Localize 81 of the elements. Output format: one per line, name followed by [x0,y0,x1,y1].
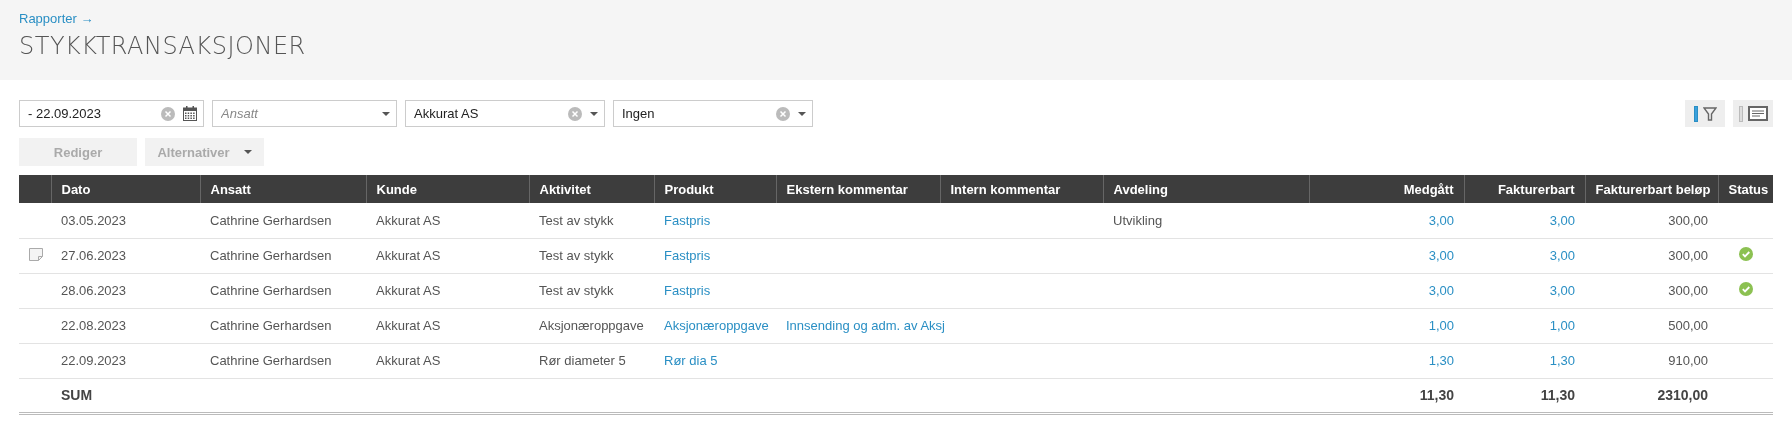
caret-icon [798,111,806,116]
filter-toggle[interactable] [1685,100,1725,127]
table-cell: 300,00 [1668,248,1708,263]
select-field[interactable]: Ansatt [212,100,397,127]
table-link[interactable]: 3,00 [1549,212,1575,228]
table-link[interactable]: 1,00 [1549,318,1575,333]
clear-icon[interactable] [568,106,582,121]
table-cell: Akkurat AS [376,318,441,333]
table-link[interactable]: 3,00 [1428,283,1454,298]
column-header: Intern kommentar [940,175,1103,203]
sum-value: 2310,00 [1657,387,1708,403]
table-cell: Cathrine Gerhardsen [210,318,332,333]
select-field[interactable]: Akkurat AS [405,100,605,127]
date-field[interactable]: - 22.09.2023 [19,100,204,127]
details-toggle[interactable] [1733,100,1773,127]
column-header: Dato [51,175,200,203]
column-header: Kunde [366,175,529,203]
caret-icon [382,111,390,116]
filter-icon [1702,106,1717,121]
check-icon [1738,247,1753,261]
toggle-marker-icon [1738,105,1743,122]
breadcrumb-link[interactable]: Rapporter → [19,11,94,26]
table-cell: Cathrine Gerhardsen [210,353,332,368]
calendar-icon[interactable] [183,106,197,121]
table-cell: Akkurat AS [376,353,441,368]
column-header: Aktivitet [529,175,654,203]
table-link[interactable]: 3,00 [1428,248,1454,263]
select-field[interactable]: Ingen [613,100,813,127]
table-cell: Cathrine Gerhardsen [210,283,332,298]
column-header: Avdeling [1103,175,1309,203]
caret-icon [590,111,598,116]
table-cell: Cathrine Gerhardsen [210,212,332,228]
page-title: STYKKTRANSAKSJONER [19,32,306,60]
column-header: Ekstern kommentar [776,175,940,203]
table-link[interactable]: Aksjonæroppgave [664,318,769,333]
table-cell: 910,00 [1668,353,1708,368]
clear-icon[interactable] [776,106,790,121]
table-cell: 500,00 [1668,318,1708,333]
table-cell: 300,00 [1668,212,1708,228]
table-cell: Rør diameter 5 [539,353,626,368]
column-header: Ansatt [200,175,366,203]
table-cell: Akkurat AS [376,248,441,263]
table-cell: Akkurat AS [376,212,441,228]
list-view-icon [1747,106,1768,121]
table-link[interactable]: Fastpris [664,283,711,298]
toggle-marker-icon [1693,105,1698,122]
table-cell: Test av stykk [539,283,614,298]
column-header: Fakturerbart beløp [1585,175,1718,203]
table-link[interactable]: 3,00 [1428,212,1454,228]
table-link[interactable]: 3,00 [1549,248,1575,263]
table-link[interactable]: 1,00 [1428,318,1454,333]
table-link[interactable]: 1,30 [1428,353,1454,368]
table-link[interactable]: Rør dia 5 [664,353,718,368]
table-link[interactable]: 1,30 [1549,353,1575,368]
table-cell: 300,00 [1668,283,1708,298]
table-cell: Akkurat AS [376,283,441,298]
table-cell: Cathrine Gerhardsen [210,248,332,263]
clear-icon[interactable] [161,106,175,121]
caret-icon [243,150,252,154]
table-link[interactable]: Fastpris [664,248,711,263]
table-cell: 03.05.2023 [61,212,127,228]
column-header: Fakturerbart [1464,175,1585,203]
table-link[interactable]: 3,00 [1549,283,1575,298]
table-link[interactable]: Innsending og adm. av Aksj [786,318,945,333]
table-cell: Utvikling [1113,212,1163,228]
sum-label: SUM [61,387,93,403]
sum-value: 11,30 [1419,387,1454,403]
note-icon[interactable] [29,247,43,261]
table-cell: 22.08.2023 [61,318,127,333]
table-link[interactable]: Fastpris [664,212,711,228]
table-cell: 28.06.2023 [61,283,127,298]
column-header: Produkt [654,175,776,203]
table-cell: Aksjonæroppgave [539,318,644,333]
table-cell: 22.09.2023 [61,353,127,368]
table-cell: Test av stykk [539,248,614,263]
column-header: Status [1718,175,1773,203]
check-icon [1738,282,1753,296]
table-cell: 27.06.2023 [61,248,127,263]
sum-value: 11,30 [1540,387,1575,403]
table-cell: Test av stykk [539,212,614,228]
column-header: Medgått [1309,175,1464,203]
